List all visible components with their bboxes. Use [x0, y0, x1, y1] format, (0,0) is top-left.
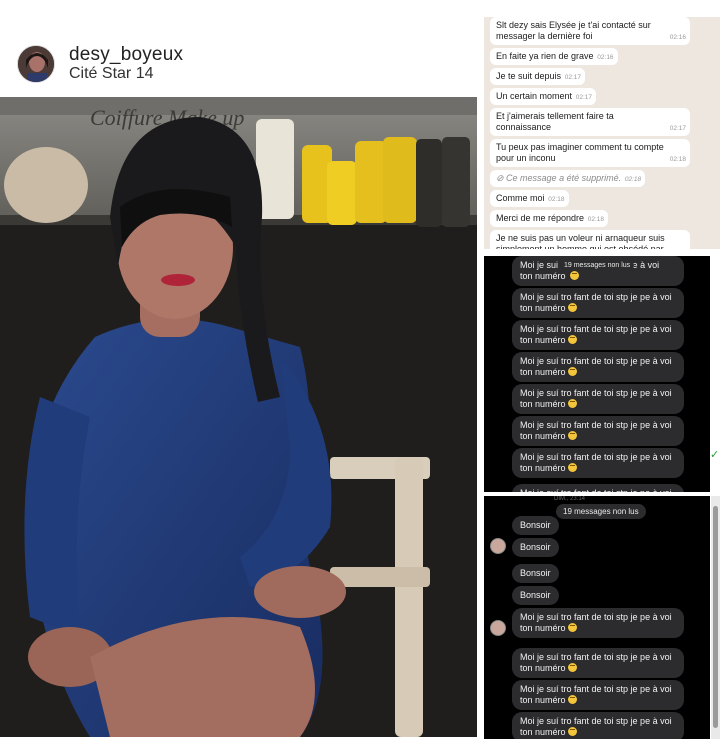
- chat-bubble[interactable]: Et j'aimerais tellement faire ta connais…: [490, 108, 690, 136]
- chat-message-time: 02:18: [548, 196, 565, 203]
- chat-message-text: Je ne suis pas un voleur ni arnaqueur su…: [496, 233, 665, 249]
- chat-message-text: Un certain moment: [496, 91, 573, 101]
- chat-light-panel[interactable]: Slt dezy sais Elysée je t'ai contacté su…: [484, 17, 720, 249]
- worried-emoji-icon: [567, 303, 577, 312]
- worried-emoji-icon: [567, 727, 577, 736]
- chat-bubble[interactable]: Moi je suí tro fant de toi stp je pe à v…: [512, 648, 684, 678]
- chat-message-time: 02:17: [564, 74, 582, 81]
- chat-bubble[interactable]: Bonsoir: [512, 564, 559, 583]
- chat-bubble[interactable]: Je ne suis pas un voleur ni arnaqueur su…: [490, 230, 690, 249]
- profile-photo: Coiffure Make up: [0, 97, 477, 737]
- chat-message-time: 02:17: [575, 94, 593, 101]
- chat-bubble[interactable]: En faite ya rien de grave 02:16: [490, 48, 618, 65]
- chat-message-text: Moi je suí tro fant de toi stp je pe à v…: [520, 488, 672, 492]
- chat-message-row: Slt dezy sais Elysée je t'ai contacté su…: [490, 17, 720, 45]
- worried-emoji-icon: [570, 271, 580, 280]
- chat-message-text: Moi je suí tro fant de toi stp je pe à v…: [520, 420, 672, 441]
- chat-message-row: Et j'aimerais tellement faire ta connais…: [490, 105, 720, 136]
- chat-message-text: Moi je suí tro fant de toi stp je pe à v…: [520, 652, 672, 673]
- chat-message-row: Un certain moment 02:17: [490, 85, 720, 105]
- date-label: DIM., 23:14: [554, 496, 586, 502]
- chat-bubble[interactable]: Bonsoir: [512, 516, 559, 535]
- chat-message-text: Moi je suí tro fant de toi stp je pe à v…: [520, 612, 672, 633]
- chat-message-time: 02:17: [669, 125, 686, 132]
- chat-bubble[interactable]: Moi je suí tro fant de toi stp je pe à v…: [512, 712, 684, 739]
- scrollbar-thumb[interactable]: [713, 506, 718, 728]
- worried-emoji-icon: [567, 335, 577, 344]
- chat-bubble[interactable]: Moi je suí tro fant de toi stp je pe à v…: [512, 320, 684, 350]
- chat-bubble[interactable]: Un certain moment 02:17: [490, 88, 597, 105]
- chat-message-text: Bonsoir: [520, 542, 551, 552]
- unread-pill: 19 messages non lus: [560, 261, 635, 270]
- profile-username[interactable]: desy_boyeux: [69, 44, 183, 66]
- chat-bubble[interactable]: Bonsoir: [512, 538, 559, 557]
- chat-message-text: Bonsoir: [520, 590, 551, 600]
- chat-message-text: En faite ya rien de grave: [496, 51, 594, 61]
- sender-avatar[interactable]: [490, 538, 506, 554]
- worried-emoji-icon: [567, 431, 577, 440]
- worried-emoji-icon: [567, 623, 577, 632]
- chat-message-row: Merci de me répondre 02:18: [490, 207, 720, 227]
- chat-dark-bottom-panel[interactable]: DIM., 23:14 19 messages non lus Bonsoir B…: [484, 496, 710, 739]
- chat-bubble[interactable]: Moi je suí tro fant de toi stp je pe à v…: [512, 608, 684, 638]
- chat-message-text: ⊘ Ce message a été supprimé.: [496, 173, 622, 183]
- chat-bubble[interactable]: Moi je suí tro fant de toi stp je pe à v…: [512, 448, 684, 478]
- profile-location[interactable]: Cité Star 14: [69, 65, 153, 83]
- chat-bubble[interactable]: Slt dezy sais Elysée je t'ai contacté su…: [490, 17, 690, 45]
- chat-message-text: Moi je suí tro fant de toi stp je pe à v…: [520, 324, 672, 345]
- chat-dark-top-panel[interactable]: Moi je sui je pe à voi ton numéro 19 mes…: [484, 256, 710, 492]
- chat-message-row: ⊘ Ce message a été supprimé. 02:18: [490, 167, 720, 187]
- chat-message-row: Comme moi 02:18: [490, 187, 720, 207]
- worried-emoji-icon: [567, 367, 577, 376]
- chat-message-row: Tu peux pas imaginer comment tu compte p…: [490, 136, 720, 167]
- chat-message-time: 02:16: [597, 54, 614, 61]
- sender-avatar[interactable]: [490, 620, 506, 636]
- worried-emoji-icon: [567, 663, 577, 672]
- chat-message-time: 02:18: [587, 216, 605, 223]
- chat-bubble[interactable]: Bonsoir: [512, 586, 559, 605]
- chat-message-text: Slt dezy sais Elysée je t'ai contacté su…: [496, 20, 651, 41]
- chat-message-text: Je te suit depuis: [496, 71, 562, 81]
- chat-message-text: Merci de me répondre: [496, 213, 585, 223]
- chat-message-row: En faite ya rien de grave 02:16: [490, 45, 720, 65]
- check-icon: ✓: [710, 449, 720, 461]
- chat-message-time: 02:18: [624, 176, 642, 183]
- chat-bubble[interactable]: Moi je suí tro fant de toi stp je pe à v…: [512, 484, 684, 492]
- worried-emoji-icon: [567, 399, 577, 408]
- chat-message-row: Je te suit depuis 02:17: [490, 65, 720, 85]
- chat-message-text: Moi je suí tro fant de toi stp je pe à v…: [520, 716, 672, 737]
- chat-message-time: 02:18: [669, 156, 686, 163]
- chat-message-text: Moi je suí tro fant de toi stp je pe à v…: [520, 292, 672, 313]
- chat-message-text: Moi je suí tro fant de toi stp je pe à v…: [520, 388, 672, 409]
- chat-bubble[interactable]: Moi je suí tro fant de toi stp je pe à v…: [512, 288, 684, 318]
- worried-emoji-icon: [567, 695, 577, 704]
- chat-bubble[interactable]: Moi je suí tro fant de toi stp je pe à v…: [512, 352, 684, 382]
- chat-bubble[interactable]: Tu peux pas imaginer comment tu compte p…: [490, 139, 690, 167]
- chat-bubble[interactable]: Comme moi 02:18: [490, 190, 569, 207]
- chat-message-text: Tu peux pas imaginer comment tu compte p…: [496, 142, 664, 163]
- chat-bubble[interactable]: Moi je suí tro fant de toi stp je pe à v…: [512, 680, 684, 710]
- chat-bubble[interactable]: Moi je suí tro fant de toi stp je pe à v…: [512, 416, 684, 446]
- chat-message-text: Moi je suí tro fant de toi stp je pe à v…: [520, 452, 672, 473]
- profile-avatar[interactable]: [17, 45, 55, 83]
- chat-bubble[interactable]: Merci de me répondre 02:18: [490, 210, 609, 227]
- chat-bubble[interactable]: Je te suit depuis 02:17: [490, 68, 586, 85]
- chat-message-text: Bonsoir: [520, 520, 551, 530]
- chat-message-time: 02:16: [669, 34, 686, 41]
- chat-message-row: Je ne suis pas un voleur ni arnaqueur su…: [490, 227, 720, 249]
- chat-bubble[interactable]: Moi je suí tro fant de toi stp je pe à v…: [512, 384, 684, 414]
- chat-message-text: Et j'aimerais tellement faire ta connais…: [496, 111, 614, 132]
- worried-emoji-icon: [567, 463, 577, 472]
- deleted-message-bubble[interactable]: ⊘ Ce message a été supprimé. 02:18: [490, 170, 646, 187]
- scrollbar[interactable]: [711, 496, 720, 739]
- unread-pill: 19 messages non lus: [556, 504, 646, 519]
- chat-message-text: Bonsoir: [520, 568, 551, 578]
- chat-message-text: Comme moi: [496, 193, 545, 203]
- chat-message-text: Moi je suí tro fant de toi stp je pe à v…: [520, 684, 672, 705]
- chat-message-text: Moi je suí tro fant de toi stp je pe à v…: [520, 356, 672, 377]
